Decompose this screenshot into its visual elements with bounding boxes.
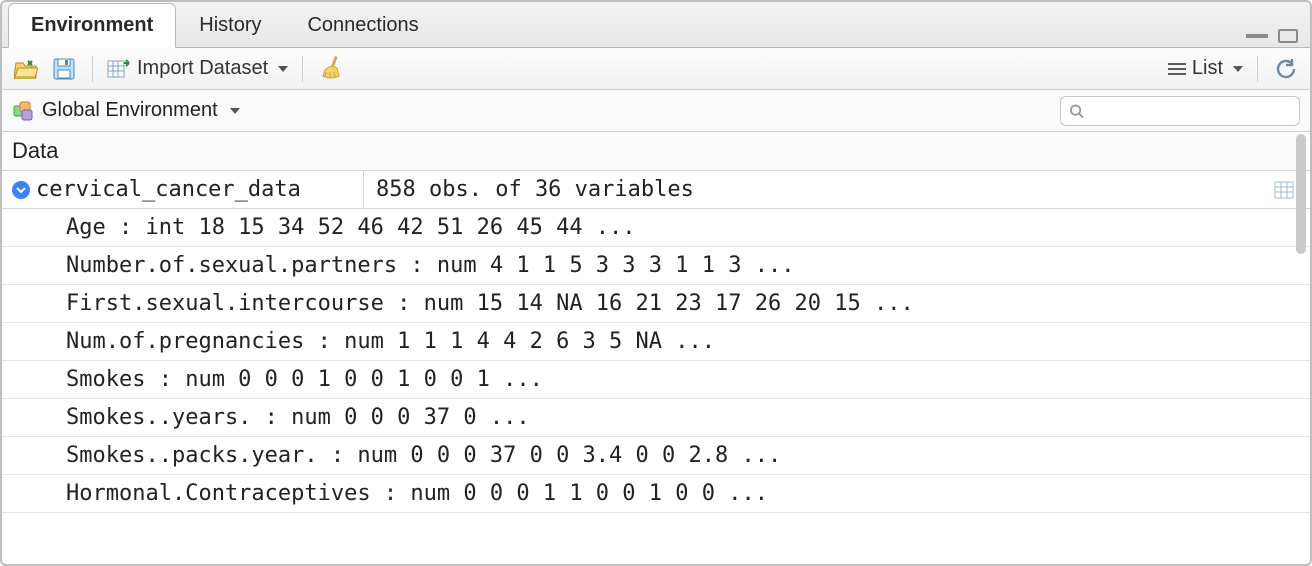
toolbar-separator	[1257, 56, 1258, 82]
environment-pane: Environment History Connections	[0, 0, 1312, 566]
minimize-pane-icon[interactable]	[1246, 34, 1268, 38]
grid-import-icon	[107, 59, 131, 79]
open-folder-icon	[14, 59, 38, 79]
search-input[interactable]	[1084, 102, 1291, 120]
toolbar-separator	[92, 56, 93, 82]
refresh-icon	[1274, 57, 1298, 81]
variable-text: Smokes..years. : num 0 0 0 37 0 ...	[66, 405, 530, 430]
chevron-down-icon	[230, 108, 240, 114]
broom-icon	[319, 56, 343, 82]
variable-row[interactable]: Age : int 18 15 34 52 46 42 51 26 45 44 …	[2, 209, 1310, 247]
chevron-down-icon	[278, 66, 288, 72]
tab-environment[interactable]: Environment	[8, 3, 176, 48]
variable-text: Number.of.sexual.partners : num 4 1 1 5 …	[66, 253, 794, 278]
environment-toolbar: Import Dataset List	[2, 48, 1310, 90]
variable-row[interactable]: Num.of.pregnancies : num 1 1 1 4 4 2 6 3…	[2, 323, 1310, 361]
search-icon	[1069, 103, 1084, 119]
tab-label: Environment	[31, 14, 153, 36]
variable-row[interactable]: Smokes..years. : num 0 0 0 37 0 ...	[2, 399, 1310, 437]
object-summary: 858 obs. of 36 variables	[376, 177, 694, 202]
toolbar-separator	[302, 56, 303, 82]
variable-text: Hormonal.Contraceptives : num 0 0 0 1 1 …	[66, 481, 768, 506]
variable-row[interactable]: First.sexual.intercourse : num 15 14 NA …	[2, 285, 1310, 323]
collapse-toggle[interactable]	[12, 181, 30, 199]
scrollbar-thumb[interactable]	[1296, 134, 1306, 254]
object-name: cervical_cancer_data	[36, 177, 301, 202]
tab-history[interactable]: History	[176, 3, 284, 48]
tab-label: History	[199, 14, 261, 36]
chevron-down-icon	[1233, 66, 1243, 72]
import-dataset-label: Import Dataset	[137, 57, 268, 80]
list-icon	[1168, 63, 1186, 75]
variable-text: Num.of.pregnancies : num 1 1 1 4 4 2 6 3…	[66, 329, 715, 354]
variable-row[interactable]: Hormonal.Contraceptives : num 0 0 0 1 1 …	[2, 475, 1310, 513]
environment-data-area: Data cervical_cancer_data 858 obs. of 36…	[2, 132, 1310, 564]
import-dataset-button[interactable]: Import Dataset	[107, 55, 288, 83]
variable-row[interactable]: Smokes..packs.year. : num 0 0 0 37 0 0 3…	[2, 437, 1310, 475]
view-mode-label: List	[1192, 57, 1223, 80]
data-section-heading: Data	[2, 132, 1310, 171]
load-workspace-button[interactable]	[12, 55, 40, 83]
variable-row[interactable]: Number.of.sexual.partners : num 4 1 1 5 …	[2, 247, 1310, 285]
tab-label: Connections	[307, 14, 418, 36]
refresh-button[interactable]	[1272, 55, 1300, 83]
variable-text: Smokes..packs.year. : num 0 0 0 37 0 0 3…	[66, 443, 781, 468]
pane-tabs: Environment History Connections	[2, 2, 1310, 48]
variable-text: Smokes : num 0 0 0 1 0 0 1 0 0 1 ...	[66, 367, 543, 392]
save-icon	[53, 58, 75, 80]
environment-scope-dropdown[interactable]: Global Environment	[12, 97, 240, 125]
variable-row[interactable]: Smokes : num 0 0 0 1 0 0 1 0 0 1 ...	[2, 361, 1310, 399]
environment-scope-row: Global Environment	[2, 90, 1310, 132]
save-workspace-button[interactable]	[50, 55, 78, 83]
variable-text: Age : int 18 15 34 52 46 42 51 26 45 44 …	[66, 215, 636, 240]
tab-connections[interactable]: Connections	[284, 3, 441, 48]
variable-text: First.sexual.intercourse : num 15 14 NA …	[66, 291, 914, 316]
environment-scope-label: Global Environment	[42, 99, 218, 122]
data-object-row[interactable]: cervical_cancer_data 858 obs. of 36 vari…	[2, 171, 1310, 209]
view-mode-dropdown[interactable]: List	[1168, 55, 1243, 83]
packages-icon	[12, 100, 34, 122]
clear-workspace-button[interactable]	[317, 55, 345, 83]
environment-search[interactable]	[1060, 96, 1300, 126]
chevron-down-icon	[16, 185, 26, 195]
maximize-pane-icon[interactable]	[1278, 29, 1298, 43]
vertical-scrollbar[interactable]	[1294, 134, 1308, 562]
grid-icon	[1274, 181, 1294, 199]
